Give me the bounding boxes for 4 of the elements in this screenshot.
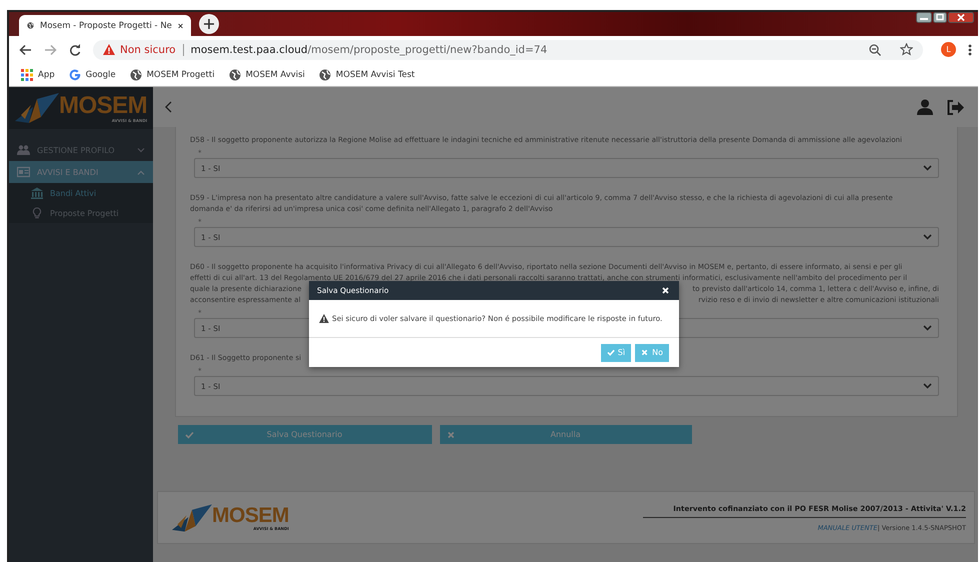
logo-text: MOSEM (59, 94, 148, 118)
security-label: Non sicuro (120, 44, 176, 56)
logo-text: MOSEM (212, 504, 289, 526)
url-text: mosem.test.paa.cloud/mosem/proposte_progetti/new?bando_id=74 (190, 44, 548, 56)
